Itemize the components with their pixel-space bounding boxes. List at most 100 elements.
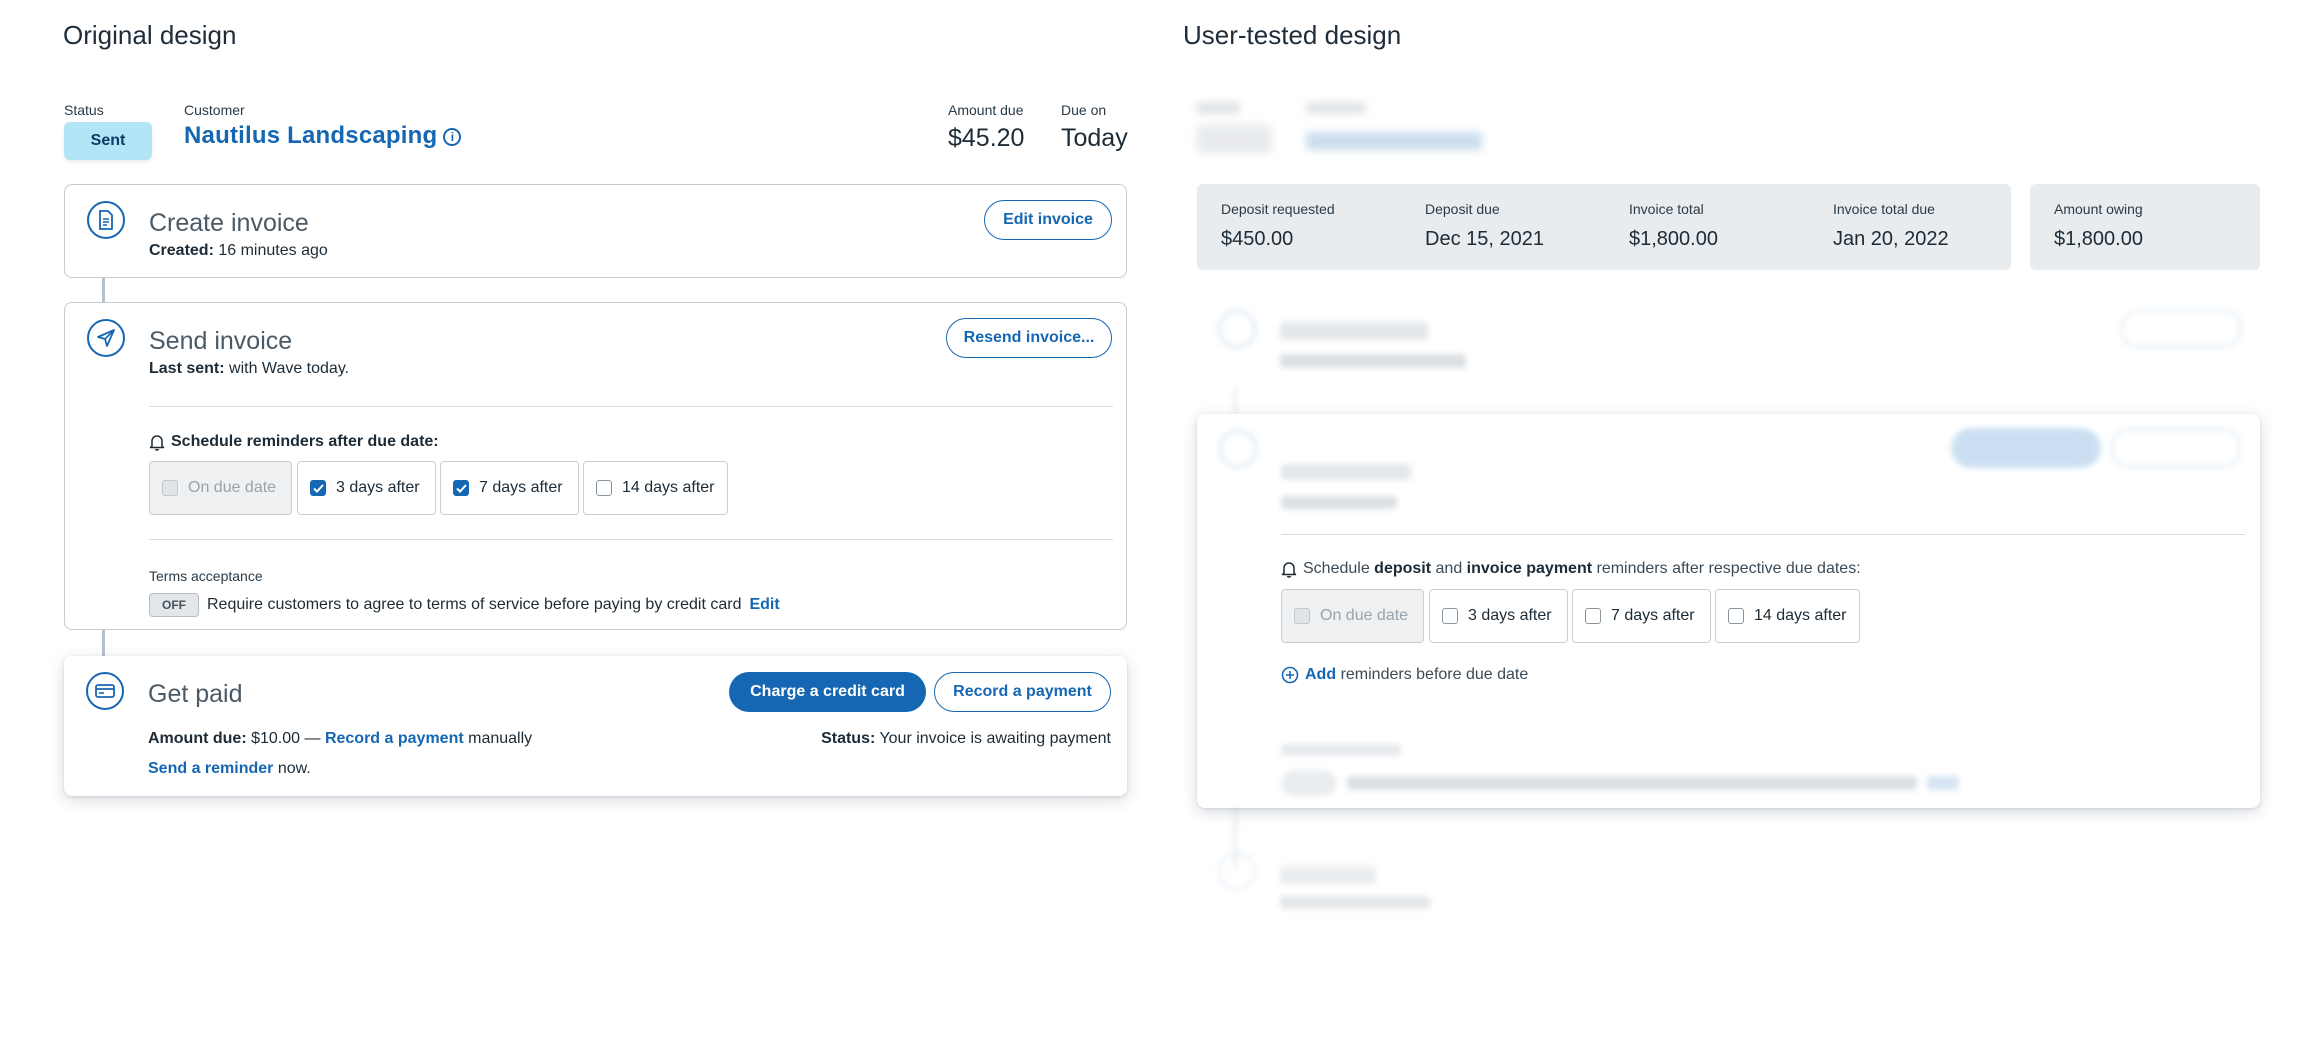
payment-status-label: Status:	[821, 730, 876, 747]
terms-text: Require customers to agree to terms of s…	[207, 596, 742, 613]
send-invoice-card: Send invoice Last sent: with Wave today.…	[64, 302, 1127, 630]
checkbox-icon[interactable]	[1442, 608, 1458, 624]
blurred-step-title	[1280, 322, 1428, 340]
resend-invoice-button[interactable]: Resend invoice...	[946, 318, 1112, 358]
deposit-reminders-heading: Schedule deposit and invoice payment rem…	[1281, 560, 1861, 578]
reminder-option-3-days[interactable]: 3 days after	[297, 461, 436, 515]
reminder-option-14-days[interactable]: 14 days after	[583, 461, 728, 515]
blurred-status-badge	[1196, 124, 1272, 154]
amount-owing-label: Amount owing	[2054, 201, 2143, 217]
summary-value: Jan 20, 2022	[1833, 228, 1949, 250]
amount-due-row: Amount due: $10.00 — Record a payment ma…	[148, 730, 532, 748]
summary-value: $1,800.00	[1629, 228, 1718, 250]
blurred-terms-edit	[1927, 776, 1959, 790]
edit-invoice-button[interactable]: Edit invoice	[984, 200, 1112, 240]
blurred-send-icon	[1219, 430, 1257, 468]
checkbox-icon[interactable]	[596, 480, 612, 496]
blurred-customer-label	[1306, 102, 1366, 114]
reminder-option-7-days[interactable]: 7 days after	[1572, 589, 1711, 643]
summary-label: Deposit due	[1425, 201, 1500, 217]
heading-prefix: Schedule	[1303, 560, 1370, 577]
heading-deposit: deposit	[1374, 560, 1432, 577]
blurred-send-title	[1281, 464, 1411, 480]
send-reminder-link[interactable]: Send a reminder	[148, 760, 273, 777]
add-reminder-suffix: reminders before due date	[1340, 666, 1529, 683]
get-paid-card: Get paid Charge a credit card Record a p…	[64, 656, 1127, 796]
terms-toggle[interactable]: OFF	[149, 593, 199, 617]
blurred-terms-label	[1281, 744, 1401, 756]
timeline-connector	[1234, 388, 1237, 414]
summary-label: Invoice total	[1629, 201, 1704, 217]
customer-name-link[interactable]: Nautilus Landscaping	[184, 122, 437, 149]
checkmark-icon[interactable]	[453, 480, 469, 496]
reminders-heading: Schedule reminders after due date:	[149, 433, 439, 451]
created-value: 16 minutes ago	[218, 242, 328, 259]
option-label: On due date	[188, 479, 277, 496]
checkbox-icon[interactable]	[1585, 608, 1601, 624]
tested-design-heading: User-tested design	[1183, 20, 1402, 50]
checkbox-icon	[1294, 608, 1310, 624]
blurred-secondary-button	[2111, 428, 2241, 468]
create-invoice-card: Create invoice Created: 16 minutes ago E…	[64, 184, 1127, 278]
add-reminder-row[interactable]: Add reminders before due date	[1281, 666, 1528, 684]
get-paid-title: Get paid	[148, 680, 243, 708]
terms-row: OFF Require customers to agree to terms …	[149, 593, 780, 617]
terms-edit-link[interactable]: Edit	[749, 596, 779, 614]
summary-label: Invoice total due	[1833, 201, 1935, 217]
option-label: On due date	[1320, 607, 1409, 624]
bell-icon	[149, 434, 165, 451]
blurred-send-meta	[1281, 496, 1397, 509]
charge-credit-card-button[interactable]: Charge a credit card	[729, 672, 926, 712]
send-invoice-card-focused: Schedule deposit and invoice payment rem…	[1197, 414, 2260, 808]
last-sent-value: with Wave today.	[229, 360, 350, 377]
add-reminder-link[interactable]: Add	[1305, 666, 1336, 684]
amount-due-label: Amount due	[948, 102, 1024, 118]
checkmark-icon[interactable]	[310, 480, 326, 496]
heading-invoice-payment: invoice payment	[1466, 560, 1593, 577]
option-label: 3 days after	[336, 479, 420, 496]
blurred-edit-button	[2120, 310, 2242, 348]
reminder-option-14-days[interactable]: 14 days after	[1715, 589, 1860, 643]
option-label: 7 days after	[1611, 607, 1695, 624]
amount-owing-box: Amount owing $1,800.00	[2030, 184, 2260, 270]
timeline-connector	[102, 278, 105, 304]
original-design-heading: Original design	[63, 20, 237, 50]
send-reminder-suffix: now.	[277, 760, 311, 777]
amount-owing-value: $1,800.00	[2054, 228, 2143, 250]
checkbox-icon[interactable]	[1728, 608, 1744, 624]
blurred-terms-toggle	[1281, 770, 1337, 796]
status-label: Status	[64, 102, 104, 118]
send-invoice-title: Send invoice	[149, 327, 293, 355]
option-label: 7 days after	[479, 479, 563, 496]
payment-status-row: Status: Your invoice is awaiting payment	[821, 730, 1111, 748]
blurred-step-icon	[1218, 310, 1256, 348]
due-on-value: Today	[1061, 124, 1128, 152]
send-icon	[87, 319, 125, 357]
reminder-option-on-due-date: On due date	[1281, 589, 1424, 643]
summary-value: $450.00	[1221, 228, 1294, 250]
divider	[149, 539, 1113, 540]
info-icon[interactable]: i	[443, 128, 462, 146]
created-meta: Created: 16 minutes ago	[149, 242, 328, 260]
add-circle-icon[interactable]	[1281, 666, 1299, 684]
record-payment-button[interactable]: Record a payment	[934, 672, 1111, 712]
last-sent-meta: Last sent: with Wave today.	[149, 360, 349, 378]
blurred-step-meta	[1280, 354, 1466, 368]
reminder-option-7-days[interactable]: 7 days after	[440, 461, 579, 515]
heading-and: and	[1435, 560, 1463, 577]
option-label: 14 days after	[622, 479, 715, 496]
customer-row[interactable]: Nautilus Landscaping i	[184, 122, 462, 150]
timeline-connector	[102, 630, 105, 656]
manually-text: manually	[468, 730, 533, 747]
blurred-customer-name	[1306, 132, 1482, 150]
record-payment-link[interactable]: Record a payment	[325, 730, 464, 747]
reminder-option-3-days[interactable]: 3 days after	[1429, 589, 1568, 643]
amount-due-value: $10.00 —	[251, 730, 321, 747]
summary-value: Dec 15, 2021	[1425, 228, 1544, 250]
heading-suffix: reminders after respective due dates:	[1596, 560, 1861, 577]
due-on-label: Due on	[1061, 102, 1107, 118]
blurred-status-label	[1196, 102, 1240, 114]
blurred-step-icon	[1218, 852, 1256, 890]
blurred-terms-text	[1347, 776, 1917, 790]
amount-due-value: $45.20	[948, 124, 1025, 152]
